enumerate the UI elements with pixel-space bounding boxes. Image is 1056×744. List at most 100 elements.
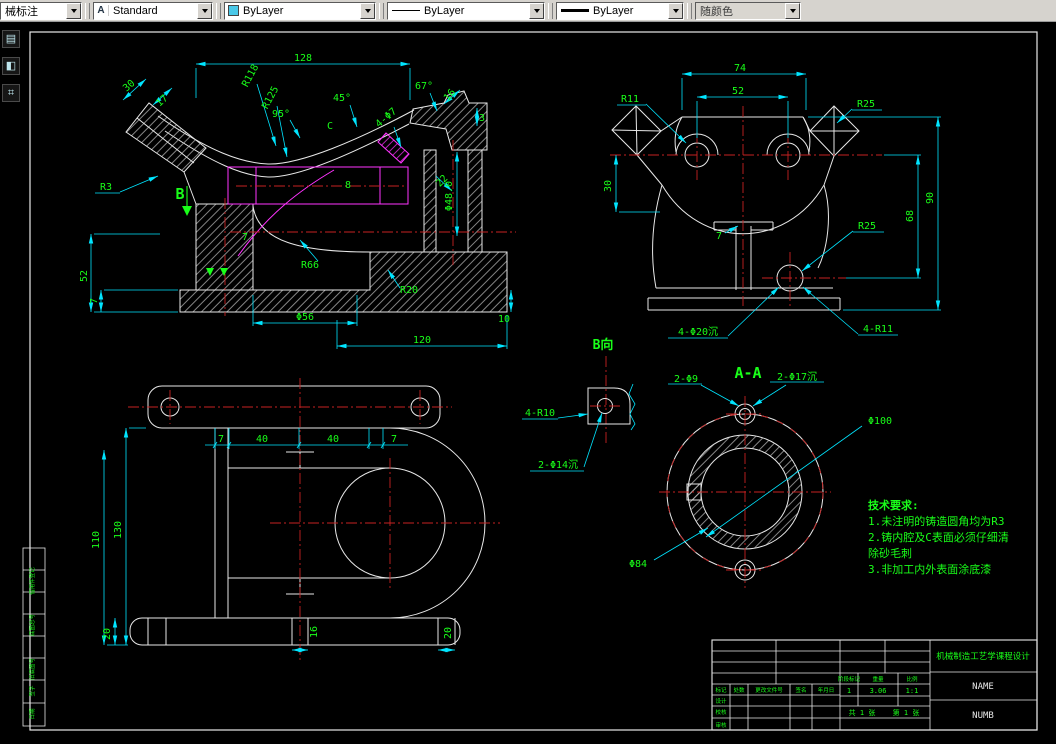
text-style-arrow-icon[interactable] — [197, 2, 212, 19]
dim-front-120: 120 — [413, 335, 431, 346]
titleblock-weight: 3.06 — [870, 687, 887, 695]
blocks-icon: ◧ — [5, 60, 17, 72]
titleblock-title: 机械制造工艺学课程设计 — [936, 651, 1030, 662]
dim-plan-40a: 40 — [256, 434, 268, 445]
dim-front-10: 10 — [498, 314, 510, 325]
lineweight-arrow-icon[interactable] — [668, 2, 683, 19]
left-tool-button-2[interactable]: ◧ — [2, 57, 20, 75]
notes-line-4: 除砂毛刺 — [868, 546, 912, 560]
dim-side-4x20: 4-Φ20沉 — [678, 325, 718, 338]
section-aa-view: A-A Φ100 Φ84 2-Φ9 2-Φ17沉 — [629, 364, 892, 588]
dim-front-128: 128 — [294, 53, 312, 64]
notes-line-1: 技术要求: — [868, 498, 919, 512]
dim-style-combo[interactable]: 械标注 — [0, 1, 82, 20]
dim-front-48: Φ48.0 — [444, 181, 455, 211]
dim-aa-2x9: 2-Φ9 — [674, 374, 698, 385]
dim-plan-40b: 40 — [327, 434, 339, 445]
titleblock-mark-header: 标记 — [715, 686, 727, 694]
titleblock-stage-header: 阶段标记 — [838, 675, 861, 683]
dim-front-30: 30 — [121, 78, 137, 94]
dim-side-7: 7 — [716, 231, 722, 242]
linetype-arrow-icon[interactable] — [529, 2, 544, 19]
plot-style-combo[interactable]: 随颜色 — [695, 1, 801, 20]
dim-front-r125: R125 — [260, 85, 281, 111]
dim-side-r11: R11 — [621, 94, 639, 105]
color-swatch-icon — [228, 5, 239, 16]
dim-front-r118: R118 — [240, 63, 261, 89]
lineweight-value: ByLayer — [593, 4, 634, 17]
dim-front-r20: R20 — [400, 285, 418, 296]
dim-plan-130: 130 — [113, 521, 124, 539]
b-direction-view: B向 4-R10 2-Φ14沉 — [522, 337, 636, 472]
text-style-combo[interactable]: A Standard — [93, 1, 213, 20]
plan-view: 110 130 7 40 40 7 20 16 20 — [91, 378, 500, 660]
plot-style-value: 随颜色 — [700, 5, 733, 18]
dim-side-68: 68 — [905, 210, 916, 222]
titleblock-numb: NUMB — [972, 711, 994, 721]
dim-front-67: 67° — [415, 81, 433, 92]
dim-style-value: 械标注 — [5, 5, 38, 18]
linetype-value: ByLayer — [424, 4, 465, 17]
notes-line-5: 3.非加工内外表面涂底漆 — [868, 562, 991, 576]
titleblock-scale-header: 比例 — [906, 675, 918, 683]
text-style-icon: A — [94, 5, 109, 16]
side-table-row-6: 旧底图号 — [28, 658, 36, 681]
left-tool-button-1[interactable]: ▤ — [2, 30, 20, 48]
titleblock-audit-row: 审核 — [715, 721, 727, 729]
label-front-b: B — [175, 185, 184, 203]
titleblock-sheets: 共 1 张 — [849, 708, 876, 717]
grid-icon: ⌗ — [7, 87, 15, 99]
color-arrow-icon[interactable] — [360, 2, 375, 19]
layers-icon: ▤ — [5, 33, 17, 45]
properties-toolbar: 械标注 A Standard ByLayer ByLayer ByLayer 随… — [0, 0, 1056, 22]
lineweight-line-icon — [561, 9, 589, 12]
dim-front-56: Φ56 — [296, 312, 314, 323]
toolbar-grip[interactable] — [687, 2, 692, 19]
dim-side-74: 74 — [734, 63, 746, 74]
titleblock-file-header: 更改文件号 — [755, 686, 783, 694]
drawing-canvas[interactable]: 128 30 17 R118 R125 45° 95° C 4-Φ7 67° 1… — [0, 22, 1056, 744]
dim-side-52: 52 — [732, 86, 744, 97]
notes-line-3: 2.铸内腔及C表面必须仔细清 — [868, 530, 1009, 544]
lineweight-combo[interactable]: ByLayer — [556, 1, 684, 20]
dim-front-7a: 7 — [242, 232, 248, 243]
dim-plan-7a: 7 — [218, 434, 224, 445]
text-style-value: Standard — [113, 4, 158, 17]
toolbar-grip[interactable] — [548, 2, 553, 19]
toolbar-grip[interactable] — [379, 2, 384, 19]
titleblock-date-header: 年月日 — [818, 686, 835, 694]
titleblock-check-row: 校核 — [715, 708, 727, 716]
dim-side-r25b: R25 — [858, 221, 876, 232]
side-table-row-2: 借用件登记 — [28, 567, 36, 595]
dim-side-90: 90 — [925, 192, 936, 204]
dim-style-arrow-icon[interactable] — [66, 2, 81, 19]
side-table-row-7: 签字 — [28, 685, 36, 697]
frame-side-table: 借用件登记 底图总号 旧底图号 签字 日期 — [22, 547, 46, 727]
dim-aa-100: Φ100 — [868, 416, 892, 427]
titleblock-name: NAME — [972, 682, 994, 692]
color-combo[interactable]: ByLayer — [224, 1, 376, 20]
dim-plan-110: 110 — [91, 531, 102, 549]
titleblock-scale: 1:1 — [906, 687, 919, 695]
left-tool-button-3[interactable]: ⌗ — [2, 84, 20, 102]
dim-front-7b: 7 — [89, 298, 100, 304]
toolbar-grip[interactable] — [85, 2, 90, 19]
dim-front-r3: R3 — [100, 182, 112, 193]
toolbar-grip[interactable] — [216, 2, 221, 19]
dim-aa-2x17: 2-Φ17沉 — [777, 370, 817, 383]
dim-plan-20a: 20 — [102, 628, 113, 640]
side-view: 74 52 R11 R25 30 68 90 7 R25 4-Φ20沉 4-R1… — [603, 63, 941, 339]
dim-b-4r10: 4-R10 — [525, 408, 555, 419]
side-table-row-8: 日期 — [29, 708, 36, 720]
linetype-line-icon — [392, 10, 420, 11]
b-view-title: B向 — [593, 337, 614, 353]
linetype-combo[interactable]: ByLayer — [387, 1, 545, 20]
titleblock-sheet-no: 第 1 张 — [893, 708, 920, 717]
front-view: 128 30 17 R118 R125 45° 95° C 4-Φ7 67° 1… — [79, 53, 516, 349]
left-toolbar: ▤ ◧ ⌗ — [0, 22, 22, 744]
label-front-c: C — [327, 121, 333, 132]
plot-style-arrow-icon[interactable] — [785, 2, 800, 19]
dim-front-52: 52 — [79, 270, 90, 282]
dim-front-45: 45° — [333, 93, 351, 104]
dim-front-r66: R66 — [301, 260, 319, 271]
